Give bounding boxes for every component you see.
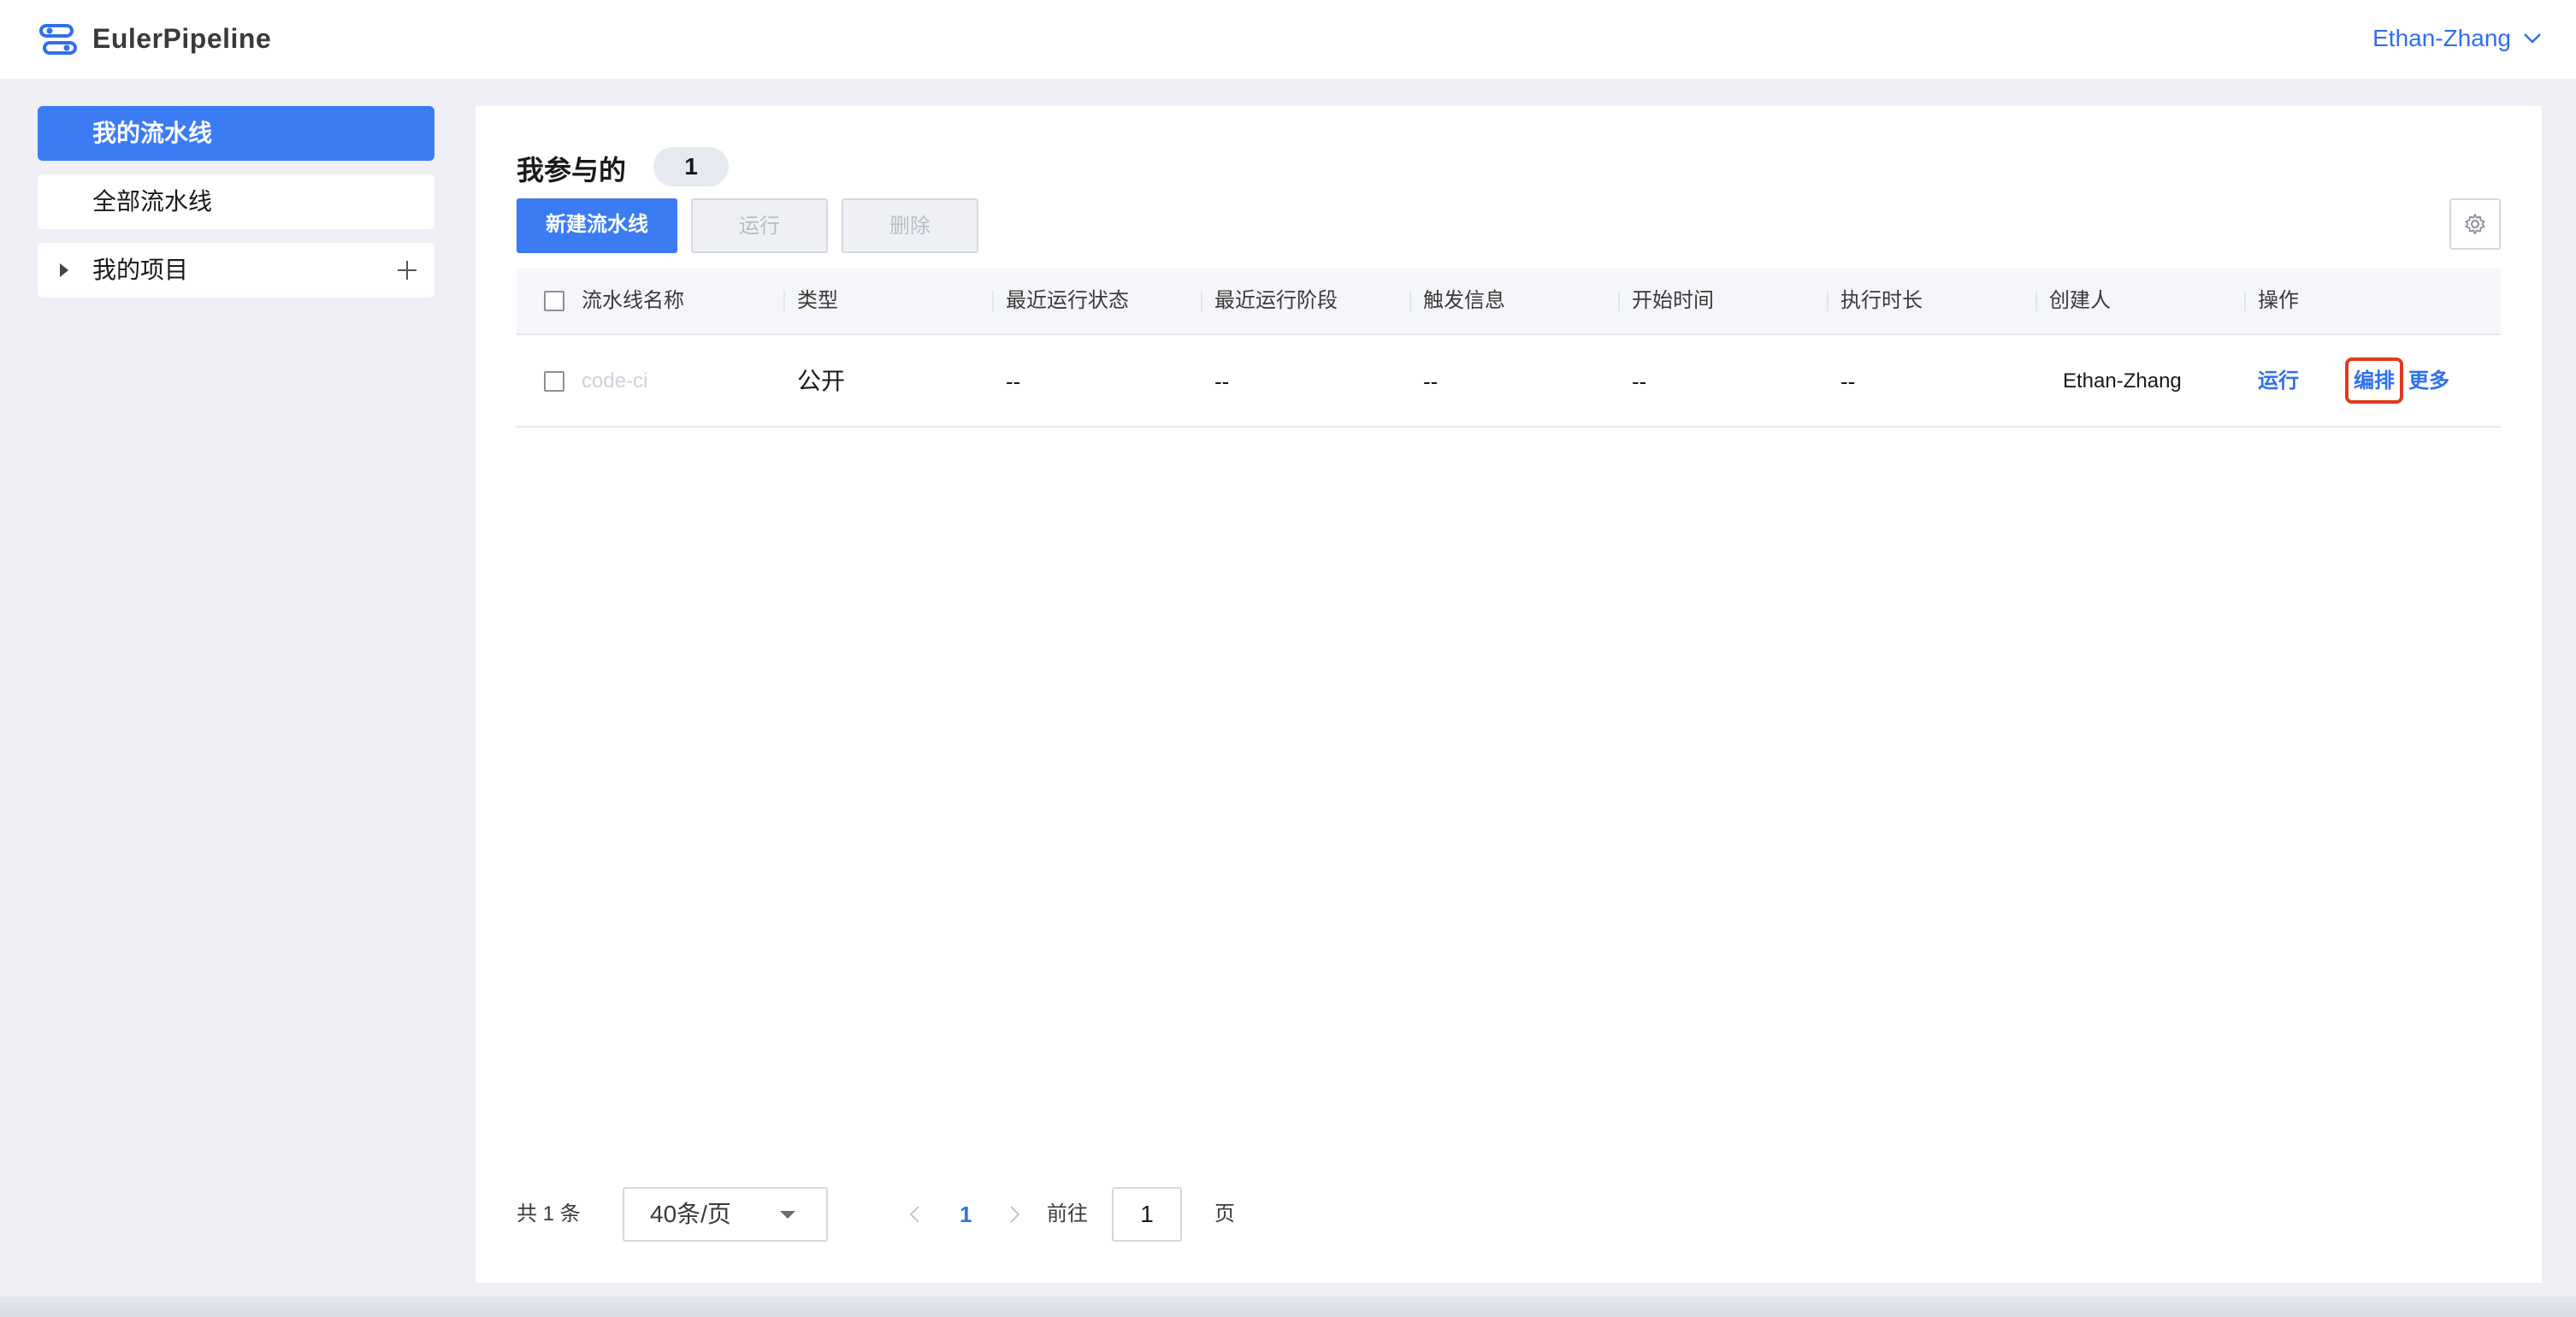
top-bar: EulerPipeline Ethan-Zhang — [0, 0, 2576, 79]
col-divider — [1201, 291, 1202, 311]
run-button[interactable]: 运行 — [691, 198, 828, 253]
row-edit-link[interactable]: 编排 — [2354, 335, 2395, 428]
col-divider — [1827, 291, 1829, 311]
pipeline-type: 公开 — [797, 368, 846, 394]
col-divider — [2244, 291, 2246, 311]
bottom-shadow — [0, 1296, 2576, 1317]
pipeline-logo-icon — [39, 24, 77, 55]
prev-page-icon[interactable] — [907, 1204, 924, 1225]
total-count: 共 1 条 — [517, 1202, 581, 1225]
col-header-start-time[interactable]: 开始时间 — [1632, 269, 1714, 334]
col-divider — [783, 291, 785, 311]
start-time: -- — [1632, 369, 1647, 394]
pipeline-table: 流水线名称 类型 最近运行状态 最近运行阶段 触发信息 开始时间 执行时长 创建… — [517, 269, 2501, 428]
chevron-down-icon — [2524, 33, 2541, 44]
col-header-duration[interactable]: 执行时长 — [1840, 269, 1923, 334]
page-size-value: 40条/页 — [650, 1201, 731, 1227]
delete-button[interactable]: 删除 — [842, 198, 978, 253]
sidebar-item-my-projects[interactable]: 我的项目 — [38, 243, 434, 298]
row-checkbox[interactable] — [544, 371, 564, 392]
gear-icon — [2465, 214, 2485, 234]
sidebar-item-my-pipelines[interactable]: 我的流水线 — [38, 106, 434, 161]
goto-label: 前往 — [1047, 1202, 1088, 1225]
sidebar-item-label: 我的流水线 — [92, 120, 213, 146]
page-title: 我参与的 — [517, 155, 627, 186]
row-more-link[interactable]: 更多 — [2408, 335, 2449, 428]
pipeline-name-link[interactable]: code-ci — [582, 335, 647, 429]
user-name: Ethan-Zhang — [2372, 25, 2511, 51]
col-divider — [1618, 291, 1620, 311]
col-header-name[interactable]: 流水线名称 — [582, 269, 684, 334]
col-header-last-status[interactable]: 最近运行状态 — [1006, 269, 1129, 334]
page-unit-label: 页 — [1214, 1202, 1235, 1225]
duration: -- — [1840, 369, 1856, 394]
trigger-info: -- — [1423, 369, 1439, 394]
table-row: code-ci 公开 -- -- -- -- -- Ethan-Zhang 运行… — [517, 334, 2501, 428]
sidebar-item-all-pipelines[interactable]: 全部流水线 — [38, 174, 434, 229]
add-project-icon[interactable] — [395, 258, 419, 282]
caret-right-icon[interactable] — [60, 263, 68, 277]
caret-down-icon — [780, 1211, 795, 1219]
app-brand: EulerPipeline — [92, 23, 272, 54]
next-page-icon[interactable] — [1006, 1204, 1023, 1225]
new-pipeline-button[interactable]: 新建流水线 — [517, 198, 677, 253]
main-panel: 我参与的 1 新建流水线 运行 删除 流水线名称 类型 最近运行状态 最近运行阶… — [476, 106, 2542, 1283]
col-divider — [1409, 291, 1411, 311]
page-number[interactable]: 1 — [960, 1187, 972, 1242]
last-run-stage: -- — [1214, 369, 1230, 394]
last-run-status: -- — [1006, 369, 1021, 394]
col-header-actions: 操作 — [2258, 289, 2299, 312]
sidebar-item-label: 我的项目 — [92, 257, 189, 283]
col-divider — [992, 291, 994, 311]
sidebar-item-label: 全部流水线 — [92, 188, 213, 215]
col-header-type[interactable]: 类型 — [797, 269, 838, 334]
count-badge: 1 — [653, 147, 729, 186]
row-run-link[interactable]: 运行 — [2258, 335, 2299, 428]
pagination: 共 1 条 40条/页 1 前往 页 — [517, 1187, 1714, 1242]
table-header: 流水线名称 类型 最近运行状态 最近运行阶段 触发信息 开始时间 执行时长 创建… — [517, 269, 2501, 334]
col-header-trigger[interactable]: 触发信息 — [1423, 269, 1505, 334]
select-all-checkbox[interactable] — [544, 291, 564, 311]
col-header-creator[interactable]: 创建人 — [2049, 269, 2111, 334]
user-menu[interactable]: Ethan-Zhang — [2372, 19, 2542, 58]
goto-page-input[interactable] — [1112, 1187, 1182, 1242]
col-header-last-stage[interactable]: 最近运行阶段 — [1214, 269, 1338, 334]
page-size-select[interactable]: 40条/页 — [623, 1187, 828, 1242]
table-settings-button[interactable] — [2449, 198, 2501, 250]
col-divider — [2035, 291, 2037, 311]
creator: Ethan-Zhang — [2063, 369, 2182, 393]
